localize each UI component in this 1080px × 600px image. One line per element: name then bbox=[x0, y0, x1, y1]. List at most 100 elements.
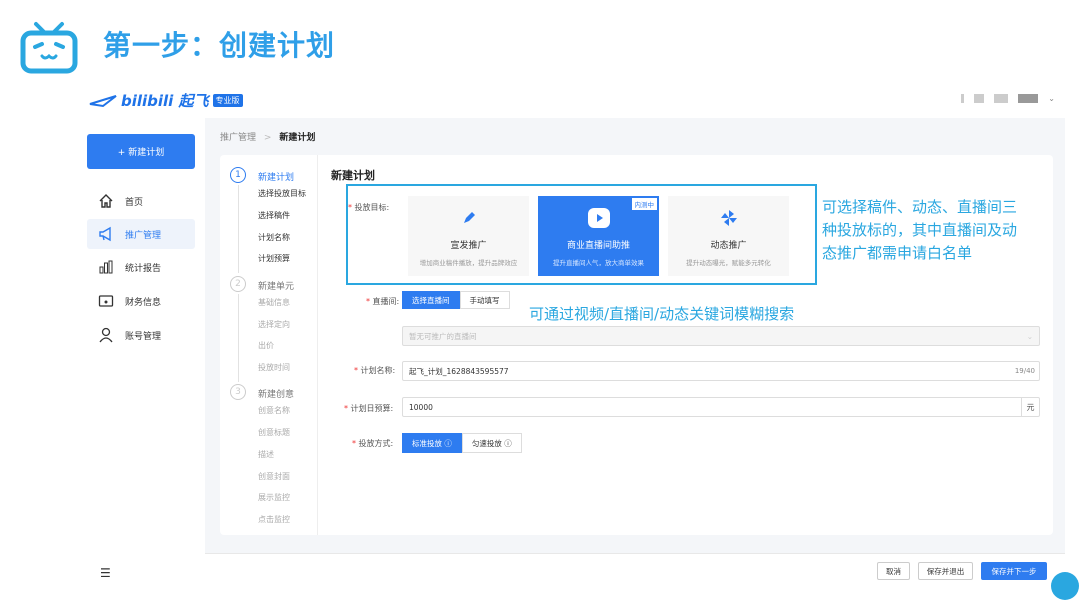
card-title: 宣发推广 bbox=[450, 241, 487, 251]
goal-card-live-boost[interactable]: 内测中 商业直播间助推 提升直播间人气，放大商单效果 bbox=[538, 196, 659, 276]
sidebar-item-promotion[interactable]: 推广管理 bbox=[87, 219, 195, 249]
budget-input[interactable]: 10000 元 bbox=[402, 397, 1040, 417]
step-sub-item[interactable]: 描述 bbox=[258, 449, 274, 460]
step-sub-item[interactable]: 展示监控 bbox=[258, 492, 290, 503]
sidebar-item-label: 推广管理 bbox=[125, 230, 162, 241]
step-connector bbox=[238, 185, 239, 273]
sidebar-item-label: 财务信息 bbox=[125, 297, 162, 308]
method-label: * 投放方式: bbox=[352, 439, 394, 448]
goal-annotation-line: 可选择稿件、动态、直播间三 bbox=[822, 198, 1018, 216]
bilibili-tv-icon bbox=[20, 22, 78, 74]
step-number: 3 bbox=[230, 384, 246, 400]
breadcrumb-separator: > bbox=[263, 133, 272, 143]
user-info-placeholder bbox=[974, 94, 985, 103]
select-live-option[interactable]: 选择直播间 bbox=[402, 291, 460, 309]
goal-card-dynamic[interactable]: 动态推广 提升动态曝光，赋能多元转化 bbox=[668, 196, 789, 276]
step-title[interactable]: 新建单元 bbox=[258, 279, 294, 292]
breadcrumb: 推广管理 > 新建计划 bbox=[220, 130, 315, 143]
card-desc: 提升动态曝光，赋能多元转化 bbox=[686, 259, 771, 267]
goal-card-promotion[interactable]: 宣发推广 增加商业稿件播放，提升品牌效应 bbox=[408, 196, 529, 276]
user-menu[interactable]: ⌄ bbox=[961, 94, 1055, 103]
manual-entry-option[interactable]: 手动填写 bbox=[459, 291, 510, 309]
goal-highlight-box: 宣发推广 增加商业稿件播放，提升品牌效应 内测中 商业直播间助推 提升直播间人气… bbox=[346, 184, 817, 285]
step-number: 1 bbox=[230, 167, 246, 183]
chevron-down-icon[interactable]: ⌄ bbox=[1048, 94, 1055, 103]
user-info-placeholder bbox=[994, 94, 1009, 103]
bar-chart-icon bbox=[97, 258, 115, 276]
card-desc: 增加商业稿件播放，提升品牌效应 bbox=[419, 259, 518, 267]
beta-tag: 内测中 bbox=[631, 198, 657, 210]
char-counter: 19/40 bbox=[1014, 367, 1035, 375]
breadcrumb-current: 新建计划 bbox=[279, 133, 316, 143]
user-icon bbox=[97, 326, 115, 344]
cancel-button[interactable]: 取消 bbox=[877, 562, 910, 580]
wallet-icon bbox=[97, 292, 115, 310]
sidebar-item-finance[interactable]: 财务信息 bbox=[87, 286, 195, 316]
currency-unit: 元 bbox=[1021, 398, 1039, 416]
sidebar-item-label: 账号管理 bbox=[125, 331, 162, 342]
budget-value: 10000 bbox=[409, 402, 433, 412]
live-room-placeholder: 暂无可推广的直播间 bbox=[409, 331, 477, 341]
budget-label: * 计划日预算: bbox=[344, 404, 394, 413]
step-sub-item[interactable]: 点击监控 bbox=[258, 514, 290, 525]
app-window: bilibili 起飞 专业版 ⌄ + 新建计划 首页 推广管理 统计报告 财务… bbox=[75, 82, 1079, 600]
step-sub-item[interactable]: 创意名称 bbox=[258, 405, 290, 416]
home-icon bbox=[97, 192, 115, 210]
collapse-menu-icon[interactable]: ☰ bbox=[100, 566, 111, 580]
sidebar-item-label: 首页 bbox=[125, 197, 144, 208]
step-sub-item[interactable]: 计划名称 bbox=[258, 232, 290, 243]
plan-name-label: * 计划名称: bbox=[354, 366, 396, 375]
pencil-icon bbox=[461, 208, 477, 228]
plan-name-input[interactable]: 起飞_计划_1628843595577 19/40 bbox=[402, 361, 1040, 381]
form-title: 新建计划 bbox=[331, 169, 375, 182]
sidebar-item-account[interactable]: 账号管理 bbox=[87, 320, 195, 350]
sidebar: + 新建计划 首页 推广管理 统计报告 财务信息 账号管理 ☰ bbox=[75, 118, 205, 586]
sidebar-item-reports[interactable]: 统计报告 bbox=[87, 252, 195, 282]
save-next-button[interactable]: 保存并下一步 bbox=[981, 562, 1047, 580]
step-sub-item[interactable]: 基础信息 bbox=[258, 297, 290, 308]
step-sub-item[interactable]: 计划预算 bbox=[258, 253, 290, 264]
step-number: 2 bbox=[230, 276, 246, 292]
search-annotation: 可通过视频/直播间/动态关键词模糊搜索 bbox=[529, 305, 795, 323]
breadcrumb-parent[interactable]: 推广管理 bbox=[220, 133, 256, 143]
step-sub-item[interactable]: 选择投放目标 bbox=[258, 188, 306, 199]
new-plan-button[interactable]: + 新建计划 bbox=[87, 134, 195, 169]
form-footer: 取消 保存并退出 保存并下一步 bbox=[205, 553, 1065, 586]
step-sub-item[interactable]: 选择稿件 bbox=[258, 210, 290, 221]
card-title: 商业直播间助推 bbox=[566, 241, 630, 251]
step-title[interactable]: 新建计划 bbox=[258, 170, 294, 183]
step-sub-item[interactable]: 投放时间 bbox=[258, 362, 290, 373]
user-info-placeholder bbox=[1018, 94, 1039, 103]
save-exit-button[interactable]: 保存并退出 bbox=[918, 562, 973, 580]
divider bbox=[317, 155, 318, 535]
live-source-toggle: 选择直播间 手动填写 bbox=[402, 291, 510, 309]
card-title: 动态推广 bbox=[710, 241, 747, 251]
step-title[interactable]: 新建创意 bbox=[258, 387, 294, 400]
standard-delivery-option[interactable]: 标准投放 ⓘ bbox=[402, 433, 462, 453]
help-bubble[interactable] bbox=[1051, 572, 1079, 600]
slide-header: 第一步：创建计划 bbox=[0, 0, 1080, 80]
user-avatar-placeholder bbox=[961, 94, 965, 103]
brand-logo[interactable]: bilibili 起飞 专业版 bbox=[89, 90, 243, 111]
goal-annotation: 可选择稿件、动态、直播间三 种投放标的，其中直播间及动 态推广都需申请白名单 bbox=[822, 196, 1062, 265]
brand-name: bilibili 起飞 bbox=[121, 92, 209, 110]
goal-annotation-line: 态推广都需申请白名单 bbox=[822, 244, 973, 262]
slide-title: 第一步：创建计划 bbox=[103, 29, 336, 62]
step-sub-item[interactable]: 出价 bbox=[258, 340, 274, 351]
live-room-select[interactable]: 暂无可推广的直播间 ⌄ bbox=[402, 326, 1040, 346]
uniform-delivery-option[interactable]: 匀速投放 ⓘ bbox=[461, 433, 522, 453]
chevron-down-icon: ⌄ bbox=[1026, 331, 1033, 341]
step-connector bbox=[238, 294, 239, 382]
brand-badge: 专业版 bbox=[212, 94, 243, 107]
step-sub-item[interactable]: 创意封面 bbox=[258, 471, 290, 482]
card-desc: 提升直播间人气，放大商单效果 bbox=[553, 259, 644, 267]
pinwheel-icon bbox=[720, 208, 738, 228]
step-sub-item[interactable]: 选择定向 bbox=[258, 319, 290, 330]
megaphone-icon bbox=[97, 225, 115, 243]
plan-name-value: 起飞_计划_1628843595577 bbox=[409, 366, 509, 376]
paper-plane-icon bbox=[89, 94, 117, 107]
sidebar-item-home[interactable]: 首页 bbox=[87, 186, 195, 216]
live-label: * 直播间: bbox=[366, 297, 400, 306]
step-sub-item[interactable]: 创意标题 bbox=[258, 427, 290, 438]
top-bar: bilibili 起飞 专业版 ⌄ bbox=[75, 82, 1065, 118]
